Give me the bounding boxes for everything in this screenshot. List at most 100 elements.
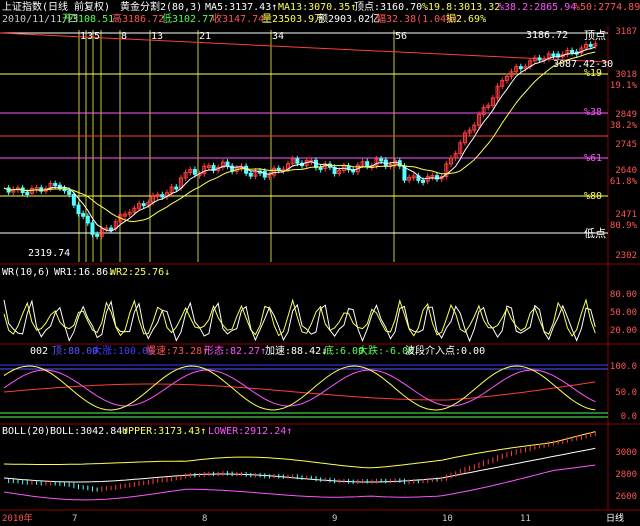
osc-item-7: 波段介入点:0.00 [405,346,486,357]
candle-body [518,66,523,70]
wr2-value: WR2:25.76↓ [110,267,171,278]
boll-tick-1: 2800 [615,470,637,480]
candle-body [85,215,90,224]
wr-title-bar: WR(10,6) WR1:16.86↓ WR2:25.76↓ [0,267,640,278]
candle-body [76,204,81,215]
quote-high: 高3186.72 [112,14,165,25]
price-tick-0: 3187 [615,27,637,37]
price-pct-4: 80.9% [609,221,637,231]
quote-low: 低3102.77 [162,14,215,25]
osc-shape-line [3,369,596,407]
pct38-value: %38.2:2865.94 [498,2,577,13]
indicator-title-bar: 上证指数(日线 前复权) 黄金分割2(80,3) MA5:3137.43↑ MA… [0,2,640,13]
wr1-line [3,299,596,343]
fib-label-80: %80 [584,191,603,202]
boll-upper: UPPER:3173.43↑ [122,426,207,437]
low-annotation: 2319.74 [28,248,71,259]
fib-count-56: 56 [395,31,408,42]
period-label[interactable]: 日线 [606,513,624,525]
fib-label-61: %61 [584,153,603,164]
wr-name: WR(10,6) [2,267,51,278]
quote-amount: 额2903.02亿 [318,14,381,25]
quote-amplitude: 振2.69% [446,14,487,25]
fib-count-5: 5 [94,31,101,42]
osc-name: 002 [30,346,49,357]
candle-body [141,203,146,207]
fib-count-34: 34 [272,31,285,42]
quote-open: 开3108.51 [62,14,115,25]
candle-body [90,222,95,235]
price-tick-2: 2849 [615,110,637,120]
boll-lower-line [3,464,596,501]
candle-body [570,49,575,53]
pct50-value: %50:2774.89 [574,2,640,13]
chart-canvas[interactable] [0,0,640,526]
candle-body [174,186,179,190]
boll-title-bar: BOLL(20) BOLL:3042.84↑ UPPER:3173.43↑ LO… [0,426,640,437]
candle-body [295,158,300,164]
osc-tick-1: 50.0 [615,388,637,398]
candle-body [109,227,114,231]
candle-body [25,191,30,195]
fib-count-13: 13 [151,31,164,42]
quote-close: 收3147.74 [212,14,265,25]
candle-body [67,190,72,195]
price-tick-5: 2471 [615,210,637,220]
candlesticks [6,40,598,240]
osc-item-3: 形态:82.27↑ [204,346,267,357]
price-tick-4: 2640 [615,166,637,176]
pct19-value: %19.8:3013.32 [422,2,501,13]
quote-info-bar: 2010/11/11/四 开3108.51 高3186.72 低3102.77 … [0,14,640,25]
candle-body [588,43,593,47]
date-month-10: 10 [442,514,453,524]
candle-body [318,167,323,171]
date-month-7: 7 [72,514,78,524]
candle-body [379,158,384,162]
boll-value: BOLL:3042.84↑ [50,426,129,437]
stock-chart-app: 上证指数(日线 前复权) 黄金分割2(80,3) MA5:3137.43↑ MA… [0,0,640,526]
candle-body [192,169,197,175]
osc-tick-0: 100.0 [609,362,637,372]
boll-name: BOLL(20) [2,426,51,437]
date-month-9: 9 [332,514,338,524]
candle-body [81,213,86,217]
fib-count-1: 1 [80,31,87,42]
osc-tick-2: 0.0 [620,412,637,422]
candle-body [71,193,76,206]
current-annotation: 3087.42-30 [553,59,614,70]
fib-label-top: 顶点 [584,29,606,42]
fib-count-21: 21 [199,31,212,42]
date-month-11: 11 [520,514,531,524]
fib-label-low: 低点 [584,227,606,240]
price-tick-6: 2302 [615,251,637,261]
peak-value: 顶点:3160.70 [354,2,423,13]
index-name: 上证指数(日线 前复权) [2,2,111,13]
gold-ratio-label: 黄金分割2(80,3) [120,2,203,13]
candle-body [225,161,230,167]
ma13-value: MA13:3070.35↑ [278,2,357,13]
boll-tick-2: 2600 [615,492,637,502]
wr2-line [3,298,596,337]
osc-title-bar: 002 顶:80.00 大涨:100.00 慢速:73.28↑ 形态:82.27… [0,346,640,357]
osc-item-1: 大涨:100.00 [92,346,155,357]
candle-body [537,57,542,61]
price-pct-2: 38.2% [609,121,637,131]
boll-upper-line [3,431,596,469]
fib-count-3: 3 [87,31,94,42]
quote-volume: 量23503.9万 [262,14,325,25]
candle-body [421,179,426,183]
candle-body [53,183,58,187]
wr-tick-0: 80.00 [609,290,637,300]
osc-item-4: 加速:88.42↓ [265,346,328,357]
candle-body [160,194,165,198]
high-annotation: 3186.72 [526,30,569,41]
osc-accel-line [3,365,596,411]
wr1-value: WR1:16.86↓ [54,267,115,278]
date-month-8: 8 [202,514,208,524]
wr-tick-1: 50.00 [609,308,637,318]
price-pct-1: 19.1% [609,81,637,91]
ma5-value: MA5:3137.43↑ [205,2,278,13]
osc-slow-line [3,381,596,401]
candle-body [95,233,100,237]
fib-label-38: %38 [584,107,603,118]
